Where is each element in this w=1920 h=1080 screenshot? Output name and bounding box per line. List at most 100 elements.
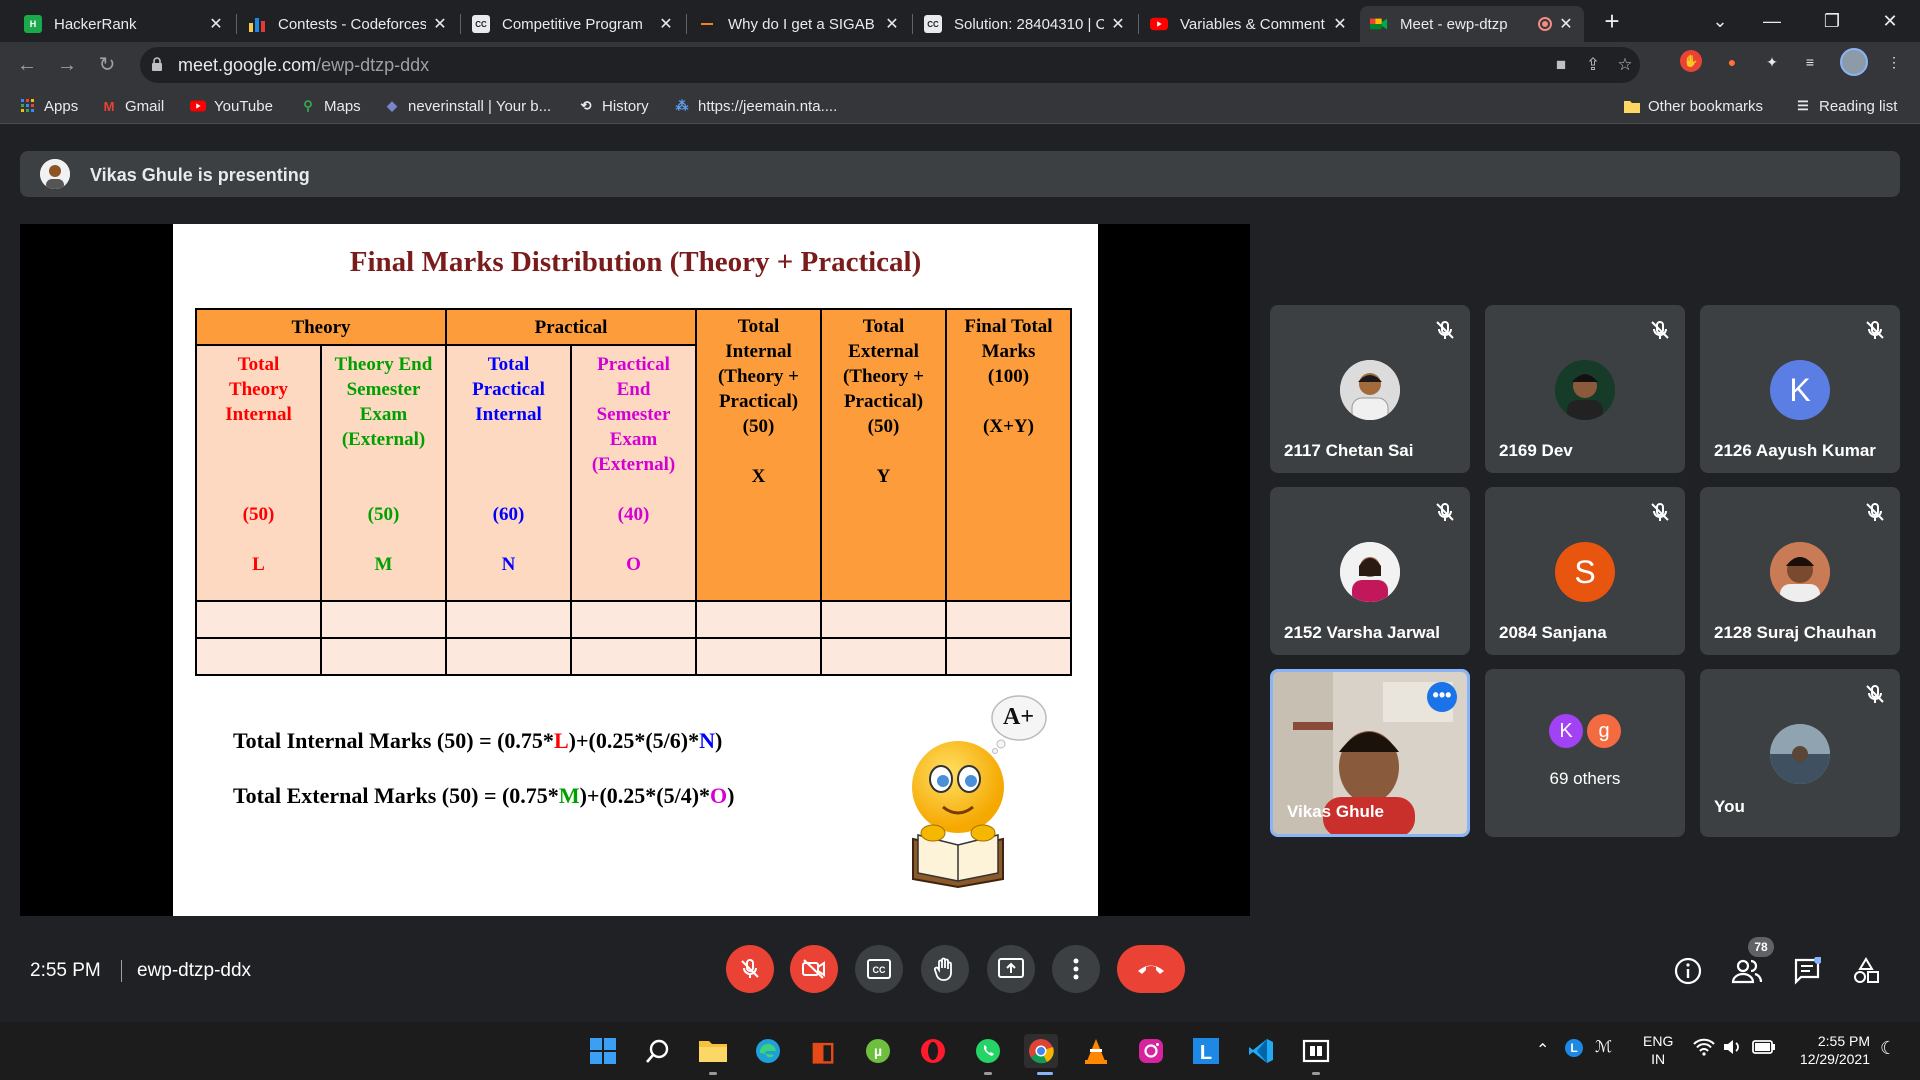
media-control-icon[interactable]: ≡ xyxy=(1798,50,1822,74)
app-icon[interactable] xyxy=(1299,1034,1333,1068)
present-screen-button[interactable] xyxy=(987,945,1035,993)
participant-tile[interactable]: 2169 Dev xyxy=(1485,305,1685,473)
edge-icon[interactable] xyxy=(751,1034,785,1068)
reading-list[interactable]: ☰ Reading list xyxy=(1795,95,1897,117)
office-icon[interactable]: ◧ xyxy=(806,1034,840,1068)
tab-competitive-programming[interactable]: CC Competitive Program ✕ xyxy=(462,6,684,42)
search-icon[interactable] xyxy=(641,1034,675,1068)
tab-meet[interactable]: Meet - ewp-dtzp ✕ xyxy=(1360,6,1584,42)
mic-off-icon xyxy=(741,959,759,978)
extension-icon[interactable]: ● xyxy=(1720,50,1744,74)
bookmark-apps[interactable]: Apps xyxy=(20,95,78,117)
participant-tile[interactable]: K 2126 Aayush Kumar xyxy=(1700,305,1900,473)
vscode-icon[interactable] xyxy=(1244,1034,1278,1068)
participant-tile[interactable]: 2128 Suraj Chauhan xyxy=(1700,487,1900,655)
leave-call-button[interactable] xyxy=(1117,945,1185,993)
activities-button[interactable] xyxy=(1850,955,1882,987)
close-tab-icon[interactable]: ✕ xyxy=(432,14,448,34)
windows-start-icon[interactable] xyxy=(586,1034,620,1068)
marks-table: Theory Practical Total Internal (Theory … xyxy=(195,308,1072,676)
participant-tile-speaking[interactable]: ••• Vikas Ghule xyxy=(1270,669,1470,837)
participants-button[interactable] xyxy=(1731,955,1763,987)
chrome-icon[interactable] xyxy=(1024,1034,1058,1068)
tab-variables-comments[interactable]: Variables & Comment ✕ xyxy=(1140,6,1358,42)
lightshot-icon[interactable]: L xyxy=(1189,1034,1223,1068)
self-tile[interactable]: You xyxy=(1700,669,1900,837)
tab-sigabrt[interactable]: Why do I get a SIGAB ✕ xyxy=(688,6,910,42)
tab-codeforces[interactable]: Contests - Codeforces ✕ xyxy=(238,6,458,42)
tab-title: Solution: 28404310 | C xyxy=(954,15,1104,33)
tray-expand-icon[interactable]: ⌃ xyxy=(1536,1040,1549,1060)
share-icon[interactable]: ⇪ xyxy=(1582,54,1604,76)
close-tab-icon[interactable]: ✕ xyxy=(884,14,900,34)
tab-solution[interactable]: CC Solution: 28404310 | C ✕ xyxy=(914,6,1136,42)
close-tab-icon[interactable]: ✕ xyxy=(208,14,224,34)
formula-var: N xyxy=(699,728,715,753)
adblock-extension-icon[interactable]: ✋ xyxy=(1680,50,1702,72)
camera-toggle-button[interactable] xyxy=(790,945,838,993)
input-method-icon[interactable]: ℳ xyxy=(1595,1037,1612,1057)
bookmark-jeemain[interactable]: ⁂ https://jeemain.nta.... xyxy=(674,95,838,117)
folder-icon xyxy=(1624,98,1640,114)
back-button[interactable]: ← xyxy=(12,50,42,80)
clock-date: 12/29/2021 xyxy=(1799,1051,1870,1067)
tab-hackerrank[interactable]: H HackerRank ✕ xyxy=(14,6,234,42)
battery-icon[interactable] xyxy=(1752,1039,1776,1060)
mic-toggle-button[interactable] xyxy=(726,945,774,993)
profile-avatar[interactable] xyxy=(1840,48,1868,76)
final-total-marks: (100) xyxy=(987,366,1030,387)
close-tab-icon[interactable]: ✕ xyxy=(1110,14,1126,34)
language-code: ENG xyxy=(1643,1033,1674,1049)
chat-icon xyxy=(1794,957,1821,985)
meeting-details-button[interactable] xyxy=(1672,955,1704,987)
bookmark-history[interactable]: ⟲ History xyxy=(578,95,649,117)
close-tab-icon[interactable]: ✕ xyxy=(1332,14,1348,34)
tray-app-icon[interactable]: L xyxy=(1565,1039,1583,1057)
hackerrank-icon: H xyxy=(24,15,42,33)
tab-search-icon[interactable]: ⌄ xyxy=(1700,6,1740,36)
participant-tile[interactable]: S 2084 Sanjana xyxy=(1485,487,1685,655)
instagram-icon[interactable] xyxy=(1134,1034,1168,1068)
file-explorer-icon[interactable] xyxy=(696,1034,730,1068)
close-tab-icon[interactable]: ✕ xyxy=(1558,14,1574,34)
minimize-button[interactable]: — xyxy=(1752,6,1792,36)
other-bookmarks[interactable]: Other bookmarks xyxy=(1624,95,1763,117)
new-tab-button[interactable]: + xyxy=(1600,8,1624,34)
bookmark-youtube[interactable]: YouTube xyxy=(190,95,273,117)
chat-button[interactable] xyxy=(1791,955,1823,987)
address-bar[interactable]: meet.google.com/ewp-dtzp-ddx ■ ⇪ ☆ xyxy=(140,47,1640,83)
taskbar-clock[interactable]: 2:55 PM 12/29/2021 xyxy=(1790,1032,1870,1068)
more-options-icon[interactable]: ••• xyxy=(1427,682,1457,712)
camera-in-use-icon[interactable]: ■ xyxy=(1550,54,1572,76)
forward-button[interactable]: → xyxy=(52,50,82,80)
utorrent-icon[interactable]: µ xyxy=(861,1034,895,1068)
bookmark-maps[interactable]: ⚲ Maps xyxy=(300,95,360,117)
whatsapp-icon[interactable] xyxy=(971,1034,1005,1068)
restore-button[interactable]: ❐ xyxy=(1812,6,1852,36)
wifi-icon[interactable] xyxy=(1693,1038,1715,1061)
meeting-time: 2:55 PM xyxy=(30,960,101,981)
opera-icon[interactable] xyxy=(916,1034,950,1068)
bookmark-neverinstall[interactable]: ◆ neverinstall | Your b... xyxy=(384,95,551,117)
vlc-icon[interactable] xyxy=(1079,1034,1113,1068)
raise-hand-button[interactable] xyxy=(921,945,969,993)
close-window-button[interactable]: ✕ xyxy=(1870,6,1910,36)
reload-button[interactable]: ↻ xyxy=(92,50,122,80)
bookmark-star-icon[interactable]: ☆ xyxy=(1614,54,1636,76)
more-options-button[interactable] xyxy=(1052,945,1100,993)
extensions-puzzle-icon[interactable]: ✦ xyxy=(1760,50,1784,74)
others-tile[interactable]: K g 69 others xyxy=(1485,669,1685,837)
close-tab-icon[interactable]: ✕ xyxy=(658,14,674,34)
theory-external-label: Theory End Semester Exam (External) xyxy=(334,354,433,450)
captions-button[interactable]: CC xyxy=(855,945,903,993)
participant-tile[interactable]: 2152 Varsha Jarwal xyxy=(1270,487,1470,655)
volume-icon[interactable] xyxy=(1722,1038,1742,1061)
browser-menu-icon[interactable]: ⋮ xyxy=(1882,50,1906,74)
formula-text: )+(0.25*(5/4)* xyxy=(579,783,711,808)
participant-name: 2128 Suraj Chauhan xyxy=(1714,623,1877,642)
external-formula: Total External Marks (50) = (0.75*M)+(0.… xyxy=(233,783,734,809)
participant-tile[interactable]: 2117 Chetan Sai xyxy=(1270,305,1470,473)
bookmark-gmail[interactable]: M Gmail xyxy=(101,95,165,117)
language-indicator[interactable]: ENG IN xyxy=(1643,1032,1673,1068)
notifications-icon[interactable]: ☾ xyxy=(1880,1038,1896,1059)
